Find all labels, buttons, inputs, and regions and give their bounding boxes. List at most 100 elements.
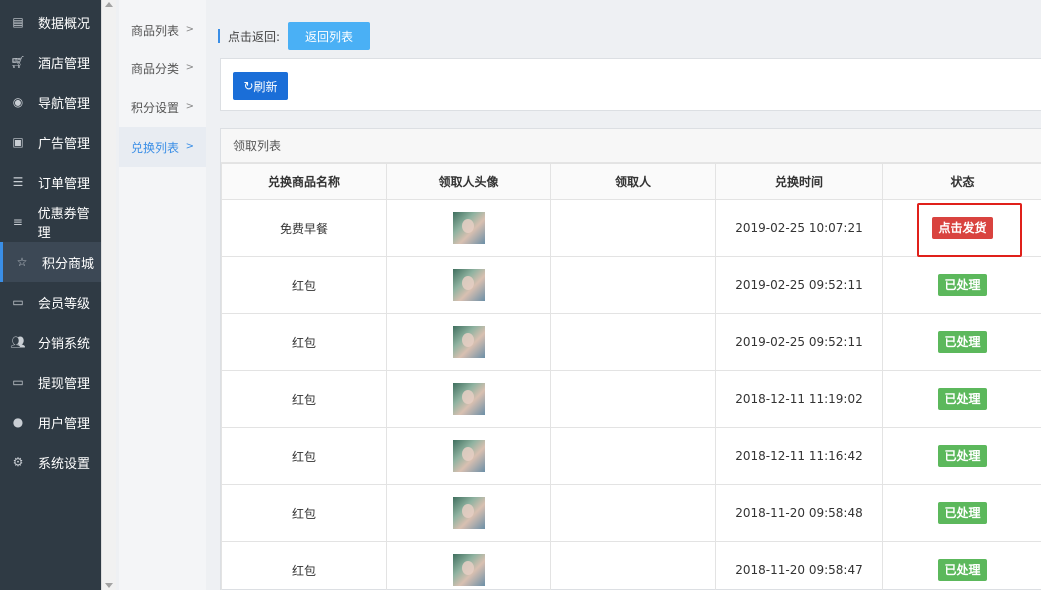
back-bar: 点击返回: 返回列表 xyxy=(218,22,371,50)
cell-receiver xyxy=(550,370,716,428)
cell-receiver xyxy=(550,256,716,314)
sidebar-scrollbar[interactable] xyxy=(101,0,116,590)
sidebar-item-orders[interactable]: ☰ 订单管理 xyxy=(0,162,101,202)
refresh-icon: ↻ xyxy=(243,79,254,93)
cell-time: 2019-02-25 09:52:11 xyxy=(715,256,883,314)
chevron-right-icon: > xyxy=(185,24,194,35)
sidebar-item-settings[interactable]: ⚙ 系统设置 xyxy=(0,442,101,482)
exchange-table: 兑换商品名称 领取人头像 领取人 兑换时间 状态 免费早餐 2019-02-25… xyxy=(221,163,1041,590)
submenu-item-label: 兑换列表 xyxy=(131,140,180,155)
back-label: 点击返回: xyxy=(228,29,281,44)
sidebar-item-users[interactable]: ● 用户管理 xyxy=(0,402,101,442)
sidebar-item-member-level[interactable]: ▭ 会员等级 xyxy=(0,282,101,322)
scroll-down-arrow-icon[interactable] xyxy=(105,583,113,588)
status-badge[interactable]: 已处理 xyxy=(938,331,987,353)
cell-avatar xyxy=(386,313,551,371)
avatar xyxy=(452,440,485,472)
list-panel: 领取列表 兑换商品名称 领取人头像 领取人 兑换时间 状态 免费早餐 2019-… xyxy=(220,128,1041,590)
cell-receiver xyxy=(550,541,716,590)
users-icon: 👥︎ xyxy=(10,335,26,349)
money-icon: ▭ xyxy=(12,295,24,309)
sidebar-item-label: 数据概况 xyxy=(38,16,91,32)
chevron-right-icon: > xyxy=(185,101,194,112)
sidebar-item-navigation[interactable]: ◉ 导航管理 xyxy=(0,82,101,122)
cell-product-name: 红包 xyxy=(221,427,387,485)
sidebar-item-label: 广告管理 xyxy=(38,136,91,152)
list-title: 领取列表 xyxy=(221,129,1041,163)
sidebar-item-label: 分销系统 xyxy=(38,336,91,352)
cell-receiver xyxy=(550,199,716,257)
accent-bar xyxy=(218,29,220,43)
status-badge[interactable]: 已处理 xyxy=(938,388,987,410)
user-icon: ● xyxy=(12,415,24,429)
cell-status: 已处理 xyxy=(882,370,1041,428)
avatar xyxy=(452,212,485,244)
server-icon: ☰ xyxy=(12,175,24,189)
cell-product-name: 红包 xyxy=(221,256,387,314)
column-header-avatar: 领取人头像 xyxy=(386,163,551,200)
cell-status: 点击发货 xyxy=(882,199,1041,257)
toolbar-panel: ↻ 刷新 xyxy=(220,58,1041,111)
cell-product-name: 红包 xyxy=(221,313,387,371)
table-row: 红包 2018-11-20 09:58:47 已处理 xyxy=(221,541,1041,590)
ship-button[interactable]: 点击发货 xyxy=(932,217,993,239)
table-row: 红包 2018-12-11 11:19:02 已处理 xyxy=(221,370,1041,428)
table-row: 红包 2019-02-25 09:52:11 已处理 xyxy=(221,313,1041,371)
cell-avatar xyxy=(386,427,551,485)
table-row: 红包 2019-02-25 09:52:11 已处理 xyxy=(221,256,1041,314)
avatar xyxy=(452,326,485,358)
submenu-item-product-category[interactable]: 商品分类 > xyxy=(119,48,206,88)
gift-icon: ▣ xyxy=(12,135,24,149)
sidebar-item-label: 订单管理 xyxy=(38,176,91,192)
submenu-item-points-settings[interactable]: 积分设置 > xyxy=(119,87,206,127)
sidebar-item-label: 提现管理 xyxy=(38,376,91,392)
sub-menu: 商品列表 > 商品分类 > 积分设置 > 兑换列表 > xyxy=(119,0,206,590)
cell-time: 2018-12-11 11:19:02 xyxy=(715,370,883,428)
status-badge[interactable]: 已处理 xyxy=(938,445,987,467)
cell-avatar xyxy=(386,199,551,257)
status-badge[interactable]: 已处理 xyxy=(938,502,987,524)
scroll-up-arrow-icon[interactable] xyxy=(105,2,113,7)
sidebar-item-distribution[interactable]: 👥︎ 分销系统 xyxy=(0,322,101,362)
refresh-label: 刷新 xyxy=(253,79,278,94)
cell-time: 2018-11-20 09:58:48 xyxy=(715,484,883,542)
cell-receiver xyxy=(550,484,716,542)
cell-product-name: 红包 xyxy=(221,484,387,542)
sidebar-item-coupons[interactable]: ≡ 优惠券管理 xyxy=(0,202,101,242)
column-header-status: 状态 xyxy=(882,163,1041,200)
table-header-row: 兑换商品名称 领取人头像 领取人 兑换时间 状态 xyxy=(221,163,1041,200)
submenu-item-label: 积分设置 xyxy=(131,100,180,115)
cell-product-name: 红包 xyxy=(221,370,387,428)
cell-status: 已处理 xyxy=(882,484,1041,542)
status-badge[interactable]: 已处理 xyxy=(938,274,987,296)
table-row: 红包 2018-12-11 11:16:42 已处理 xyxy=(221,427,1041,485)
avatar xyxy=(452,554,485,586)
cell-avatar xyxy=(386,541,551,590)
sidebar-item-withdraw[interactable]: ▭ 提现管理 xyxy=(0,362,101,402)
cell-status: 已处理 xyxy=(882,256,1041,314)
cell-product-name: 红包 xyxy=(221,541,387,590)
submenu-item-product-list[interactable]: 商品列表 > xyxy=(119,10,206,50)
table-row: 免费早餐 2019-02-25 10:07:21 点击发货 xyxy=(221,199,1041,257)
sidebar-item-label: 用户管理 xyxy=(38,416,91,432)
cell-avatar xyxy=(386,256,551,314)
status-badge[interactable]: 已处理 xyxy=(938,559,987,581)
sidebar-item-label: 系统设置 xyxy=(38,456,91,472)
back-to-list-button[interactable]: 返回列表 xyxy=(288,22,371,50)
refresh-button[interactable]: ↻ 刷新 xyxy=(233,72,288,100)
sidebar-item-ads[interactable]: ▣ 广告管理 xyxy=(0,122,101,162)
sidebar-item-points-mall[interactable]: ☆ 积分商城 xyxy=(0,242,101,282)
cell-status: 已处理 xyxy=(882,313,1041,371)
cell-time: 2018-11-20 09:58:47 xyxy=(715,541,883,590)
cell-time: 2019-02-25 10:07:21 xyxy=(715,199,883,257)
cell-avatar xyxy=(386,370,551,428)
sidebar-item-overview[interactable]: ▤ 数据概况 xyxy=(0,2,101,42)
sidebar-item-hotel[interactable]: 🛒︎ 酒店管理 xyxy=(0,42,101,82)
cell-status: 已处理 xyxy=(882,427,1041,485)
compass-icon: ◉ xyxy=(12,95,24,109)
cart-icon: 🛒︎ xyxy=(10,55,26,69)
avatar xyxy=(452,383,485,415)
submenu-item-exchange-list[interactable]: 兑换列表 > xyxy=(119,127,206,167)
cell-receiver xyxy=(550,427,716,485)
table-row: 红包 2018-11-20 09:58:48 已处理 xyxy=(221,484,1041,542)
